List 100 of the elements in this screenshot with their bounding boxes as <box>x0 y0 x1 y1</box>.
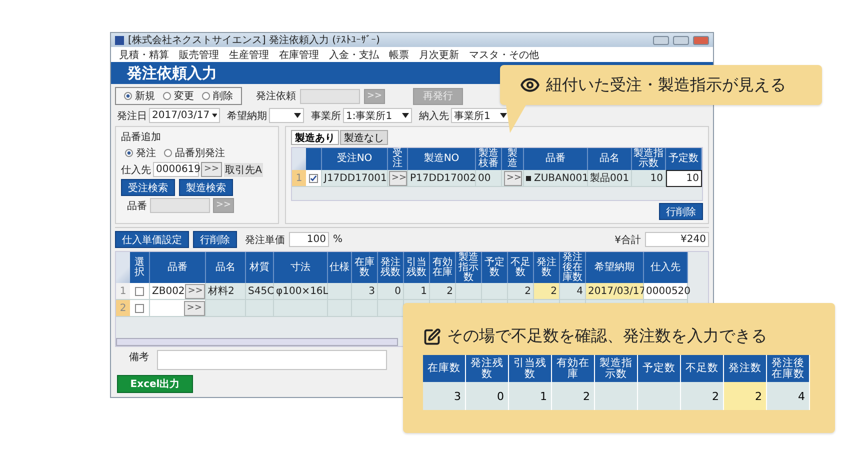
maximize-button[interactable] <box>673 36 689 44</box>
column-header: 製造指示数 <box>456 252 482 283</box>
part-field[interactable] <box>150 198 210 213</box>
tab[interactable]: 製造あり <box>291 130 339 145</box>
menu-item[interactable]: 在庫管理 <box>279 48 319 62</box>
table-cell: 0 <box>378 283 404 300</box>
field-label: 仕入先 <box>121 164 151 176</box>
column-header: 発注残数 <box>466 355 509 382</box>
lookup-button[interactable]: >> <box>184 300 205 316</box>
tab[interactable]: 製造なし <box>340 130 388 145</box>
mode-radio[interactable]: 新規 <box>124 89 155 103</box>
mode-radio[interactable]: 削除 <box>202 89 233 103</box>
column-header: 引当残数 <box>509 355 552 382</box>
excel-export-button[interactable]: Excel出力 <box>117 375 193 393</box>
lookup-button[interactable]: >> <box>201 162 222 177</box>
square-icon <box>526 176 531 180</box>
due-date-input[interactable]: 2017/03/17 <box>586 283 644 300</box>
menu-item[interactable]: 販売管理 <box>179 48 219 62</box>
quantity-input[interactable]: 10 <box>666 170 702 187</box>
field-label: 備考 <box>129 350 149 364</box>
lookup-button[interactable]: >> <box>388 170 406 186</box>
table-cell: 材料2 <box>206 283 246 300</box>
table-cell: 4 <box>560 283 586 300</box>
dropdown-field[interactable]: 事業所1 <box>451 108 510 123</box>
field-label: 品番 <box>127 200 147 212</box>
menu-item[interactable]: 入金・支払 <box>329 48 379 62</box>
caret-icon <box>402 113 409 118</box>
field-label: 発注単価 <box>245 234 285 246</box>
checkbox[interactable] <box>135 286 144 296</box>
part-number-input[interactable]: ZB002 <box>152 286 185 296</box>
table-cell: 2 <box>724 382 767 410</box>
part-code: ZUBAN001 <box>534 172 588 184</box>
window-title: [株式会社ネクストサイエンス] 発注依頼入力 (ﾃｽﾄﾕｰｻﾞｰ) <box>128 34 381 47</box>
dropdown-field[interactable]: 2017/03/17 <box>149 108 220 123</box>
table-cell: 1 <box>404 283 430 300</box>
order-quantity-input[interactable]: 2 <box>534 283 560 300</box>
minimize-button[interactable] <box>653 36 669 44</box>
table-cell: 00 <box>476 170 502 187</box>
field-label: 発注日 <box>117 110 147 122</box>
table-cell: J17DD17001 <box>322 170 388 187</box>
delete-row-button[interactable]: 行削除 <box>659 203 703 220</box>
column-header: 品番 <box>150 252 206 283</box>
table-cell <box>482 283 508 300</box>
order-type-radio[interactable]: 発注 <box>125 146 156 160</box>
table-cell <box>378 300 404 317</box>
menu-item[interactable]: 月次更新 <box>419 48 459 62</box>
table-cell: 3 <box>352 283 378 300</box>
lookup-button[interactable]: >> <box>184 284 205 298</box>
header-cell <box>306 148 322 170</box>
column-header: 引当残数 <box>404 252 430 283</box>
table-cell: 2 <box>552 382 595 410</box>
field-label: 納入先 <box>419 110 449 122</box>
dropdown-field[interactable]: 1:事業所1 <box>343 108 412 123</box>
column-header: 発注数 <box>534 252 560 283</box>
column-header: 製造指示数 <box>595 355 638 382</box>
checkbox[interactable] <box>135 304 144 312</box>
remarks-field[interactable] <box>157 350 387 370</box>
lookup-button[interactable]: >> <box>504 170 522 186</box>
price-setting-button[interactable]: 仕入単価設定 <box>115 231 189 248</box>
menu-item[interactable]: 帳票 <box>389 48 409 62</box>
column-header: 製造指示数 <box>632 148 666 170</box>
table-cell: 1 <box>509 382 552 410</box>
column-header: 寸法 <box>274 252 328 283</box>
caret-icon <box>294 113 301 118</box>
column-header: 品名 <box>206 252 246 283</box>
table-cell <box>246 300 274 317</box>
table-cell: 製品001 <box>588 170 632 187</box>
unit-label: % <box>333 234 343 245</box>
supplier-code-input[interactable]: 0000520 <box>644 283 688 300</box>
row-number: 1 <box>116 283 130 300</box>
request-field[interactable] <box>300 88 360 104</box>
checkbox[interactable] <box>309 174 318 182</box>
delete-row-button[interactable]: 行削除 <box>193 231 237 248</box>
column-header: 品番 <box>524 148 588 170</box>
supplier-field[interactable]: 0000619 <box>153 162 199 177</box>
menu-item[interactable]: マスタ・その他 <box>469 48 539 62</box>
menu-item[interactable]: 生産管理 <box>229 48 269 62</box>
menu-item[interactable]: 見積・精算 <box>119 48 169 62</box>
field-label: 事業所 <box>311 110 341 122</box>
caret-icon <box>500 113 507 118</box>
column-header: 受注NO <box>322 148 388 170</box>
dropdown-field[interactable] <box>269 108 304 123</box>
close-button[interactable] <box>693 36 709 44</box>
table-cell <box>456 283 482 300</box>
order-type-radio[interactable]: 品番別発注 <box>164 146 225 160</box>
table-cell: P17DD17002 <box>408 170 476 187</box>
caret-icon <box>212 113 217 118</box>
mode-radio[interactable]: 変更 <box>163 89 194 103</box>
horizontal-scrollbar[interactable] <box>116 338 398 346</box>
rate-field[interactable]: 100 <box>289 232 329 247</box>
column-header: 製造枝番 <box>476 148 502 170</box>
callout-text: その場で不足数を確認、発注数を入力できる <box>447 326 767 347</box>
table-cell: 0 <box>466 382 509 410</box>
edit-icon <box>423 328 441 346</box>
column-header: 受注 <box>388 148 408 170</box>
search-button[interactable]: 受注検索 <box>121 179 175 196</box>
column-header: 製造NO <box>408 148 476 170</box>
table-cell: 3 <box>423 382 466 410</box>
search-button[interactable]: 製造検索 <box>179 179 233 196</box>
table-cell: S45C <box>246 283 274 300</box>
